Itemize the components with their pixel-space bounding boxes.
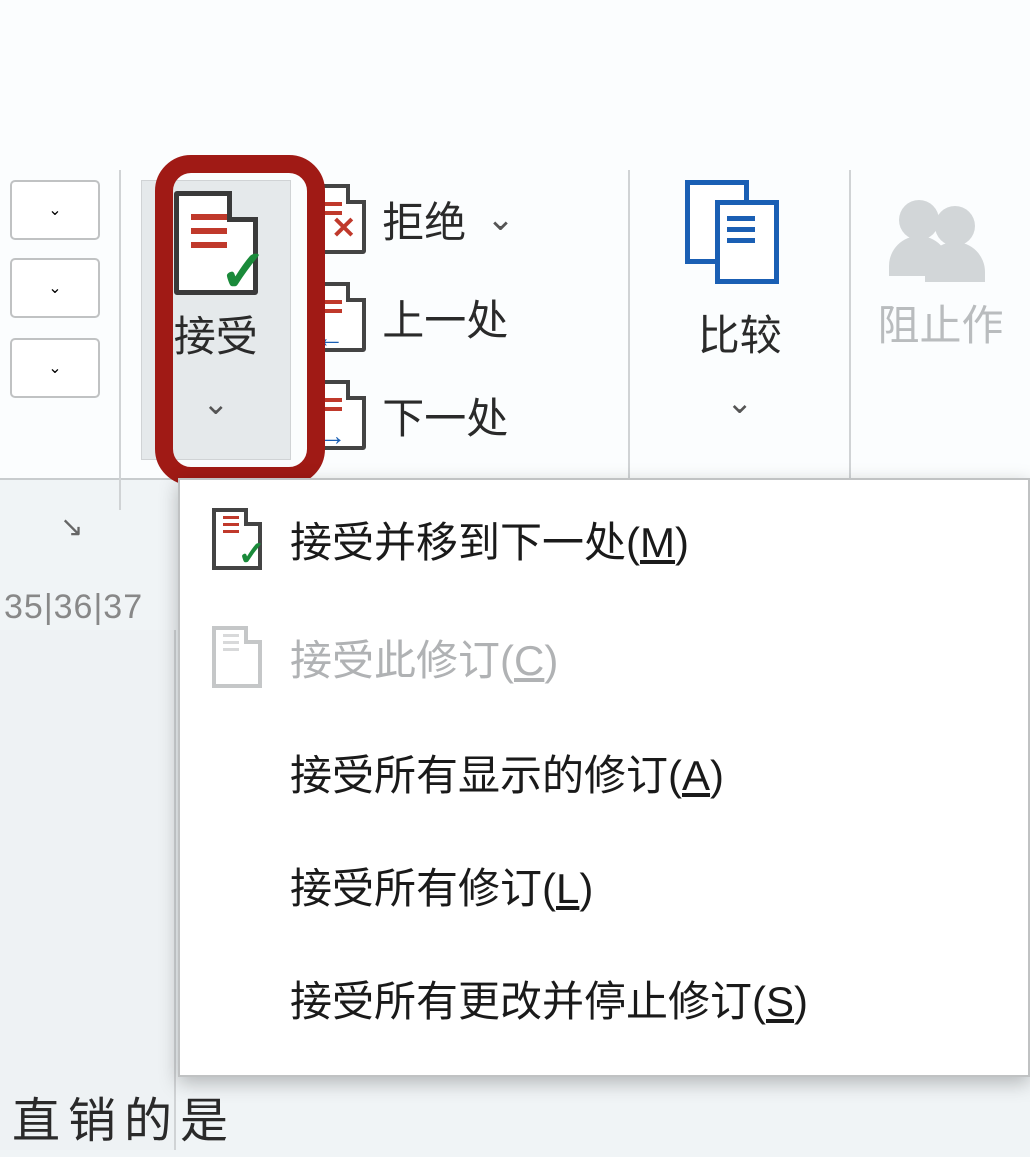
menu-accept-and-move-next[interactable]: ✓ 接受并移到下一处(M) [180, 480, 1028, 598]
next-button[interactable]: → 下一处 [310, 376, 628, 454]
chevron-down-icon: ⌄ [202, 384, 229, 422]
previous-button[interactable]: ← 上一处 [310, 278, 628, 356]
next-icon: → [310, 380, 366, 450]
compare-label: 比较 [698, 302, 782, 363]
document-visible-text: 直销的是 [12, 1081, 236, 1151]
protect-label: 阻止作 [878, 292, 1004, 353]
previous-label: 上一处 [382, 287, 508, 348]
menu-accept-this-revision: 接受此修订(C) [180, 598, 1028, 716]
previous-icon: ← [310, 282, 366, 352]
accept-move-icon: ✓ [204, 506, 270, 572]
accept-split-button[interactable]: ✓ 接受 ⌄ [141, 180, 291, 460]
accept-group: ✓ 接受 ⌄ [121, 0, 310, 478]
people-icon [891, 200, 991, 280]
left-control-column: ⌄ ⌄ ⌄ [0, 0, 119, 478]
dropdown-control-1[interactable]: ⌄ [10, 180, 100, 240]
menu-hotkey: A [682, 752, 710, 799]
reject-button[interactable]: ✕ 拒绝 ⌄ [310, 180, 628, 258]
compare-group: 比较 ⌄ [630, 0, 849, 478]
dropdown-control-3[interactable]: ⌄ [10, 338, 100, 398]
dropdown-control-2[interactable]: ⌄ [10, 258, 100, 318]
ruler-marks: 35|36|37 [4, 588, 143, 627]
menu-label: 接受所有修订( [290, 865, 556, 912]
protect-group: 阻止作 [851, 0, 1030, 478]
menu-label: 接受此修订( [290, 637, 514, 684]
accept-icon: ✓ [174, 191, 258, 295]
menu-accept-all[interactable]: 接受所有修订(L) [180, 829, 1028, 942]
accept-this-icon [204, 624, 270, 690]
changes-buttons: ✕ 拒绝 ⌄ ← 上一处 → 下一处 [310, 0, 628, 478]
next-label: 下一处 [382, 385, 508, 446]
menu-hotkey: C [514, 637, 544, 684]
reject-icon: ✕ [310, 184, 366, 254]
menu-label: 接受并移到下一处( [290, 519, 640, 566]
accept-dropdown-menu: ✓ 接受并移到下一处(M) 接受此修订(C) 接受所有显示的修订(A) 接受所有… [178, 478, 1030, 1077]
menu-hotkey: S [766, 978, 794, 1025]
compare-icon [685, 180, 795, 290]
menu-accept-all-stop-tracking[interactable]: 接受所有更改并停止修订(S) [180, 942, 1028, 1055]
ribbon-section: ⌄ ⌄ ⌄ ✓ 接受 ⌄ ✕ 拒绝 ⌄ ← 上一 [0, 0, 1030, 480]
reject-label: 拒绝 [382, 189, 466, 250]
menu-label: 接受所有显示的修订( [290, 752, 682, 799]
chevron-down-icon: ⌄ [48, 358, 61, 378]
chevron-down-icon[interactable]: ⌄ [726, 383, 753, 421]
menu-hotkey: L [556, 865, 579, 912]
menu-accept-all-shown[interactable]: 接受所有显示的修订(A) [180, 716, 1028, 829]
menu-hotkey: M [640, 519, 675, 566]
chevron-down-icon: ⌄ [48, 278, 61, 298]
menu-label: 接受所有更改并停止修订( [290, 978, 766, 1025]
dialog-launcher-icon[interactable]: ↘ [60, 510, 83, 543]
chevron-down-icon[interactable]: ⌄ [486, 199, 515, 239]
chevron-down-icon: ⌄ [48, 200, 61, 220]
accept-label: 接受 [174, 303, 258, 364]
document-margin [0, 630, 176, 1150]
